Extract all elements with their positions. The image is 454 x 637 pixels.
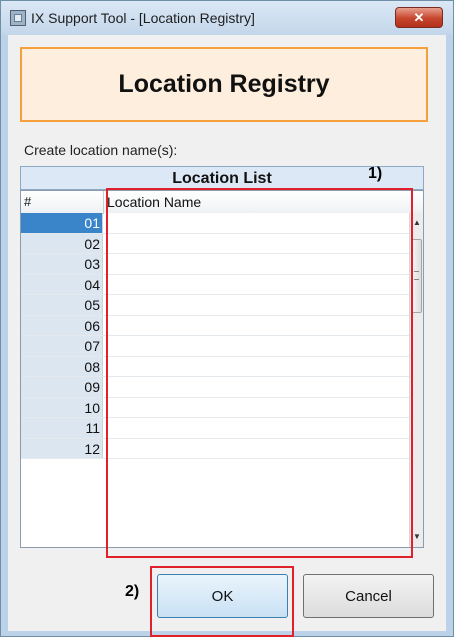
row-number[interactable]: 06 [21,315,103,335]
table-row[interactable]: 12 [21,438,409,459]
row-number[interactable]: 01 [21,213,103,233]
location-name-cell[interactable] [104,254,409,274]
row-number[interactable]: 10 [21,397,103,417]
table-row[interactable]: 06 [21,315,409,336]
column-header-location-name[interactable]: Location Name [107,194,201,210]
table-row[interactable]: 07 [21,336,409,357]
location-name-cell[interactable] [104,377,409,397]
dialog-body: Location Registry Create location name(s… [8,35,446,637]
location-name-cell[interactable] [104,295,409,315]
column-divider[interactable] [103,191,104,213]
page-title: Location Registry [118,70,330,98]
row-number[interactable]: 11 [21,418,103,438]
table-row[interactable]: 10 [21,397,409,418]
vertical-scrollbar[interactable]: ▲ ▼ [409,213,423,547]
close-button[interactable]: ✕ [395,7,443,28]
location-name-cell[interactable] [104,233,409,253]
close-icon: ✕ [413,9,425,25]
grid-rows: 01 02 03 04 05 06 07 08 09 10 11 12 [21,213,409,459]
table-row[interactable]: 01 [21,213,409,234]
list-caption-text: Location List [172,170,272,187]
location-name-cell[interactable] [104,356,409,376]
row-number[interactable]: 07 [21,336,103,356]
row-number[interactable]: 08 [21,356,103,376]
app-icon [10,10,26,26]
row-number[interactable]: 02 [21,233,103,253]
location-grid: # Location Name 01 02 03 04 05 06 07 08 09 10 11 12… [20,190,424,548]
row-number[interactable]: 03 [21,254,103,274]
create-label: Create location name(s): [24,142,178,158]
list-caption: Location List [20,166,424,190]
location-name-cell[interactable] [104,336,409,356]
cancel-button[interactable]: Cancel [303,574,434,618]
title-bar[interactable]: IX Support Tool - [Location Registry] ✕ [1,1,453,35]
table-row[interactable]: 04 [21,274,409,295]
window-title: IX Support Tool - [Location Registry] [31,10,255,26]
table-row[interactable]: 09 [21,377,409,398]
row-number[interactable]: 12 [21,438,103,458]
column-header-number[interactable]: # [24,194,31,209]
annotation-2: 2) [125,583,140,600]
location-name-cell[interactable] [104,213,409,233]
location-name-cell[interactable] [104,274,409,294]
scroll-up-icon[interactable]: ▲ [410,215,423,231]
header-panel: Location Registry [20,47,428,122]
location-name-cell[interactable] [104,315,409,335]
row-number[interactable]: 09 [21,377,103,397]
scroll-thumb[interactable] [411,239,422,313]
location-name-cell[interactable] [104,438,409,458]
location-name-cell[interactable] [104,418,409,438]
table-row[interactable]: 03 [21,254,409,275]
location-name-cell[interactable] [104,397,409,417]
table-row[interactable]: 11 [21,418,409,439]
table-row[interactable]: 05 [21,295,409,316]
grid-header: # Location Name [21,191,423,214]
row-number[interactable]: 04 [21,274,103,294]
scroll-down-icon[interactable]: ▼ [410,529,423,545]
table-row[interactable]: 02 [21,233,409,254]
ok-button[interactable]: OK [157,574,288,618]
row-number[interactable]: 05 [21,295,103,315]
annotation-1: 1) [368,165,383,182]
table-row[interactable]: 08 [21,356,409,377]
app-window: IX Support Tool - [Location Registry] ✕ … [0,0,454,637]
